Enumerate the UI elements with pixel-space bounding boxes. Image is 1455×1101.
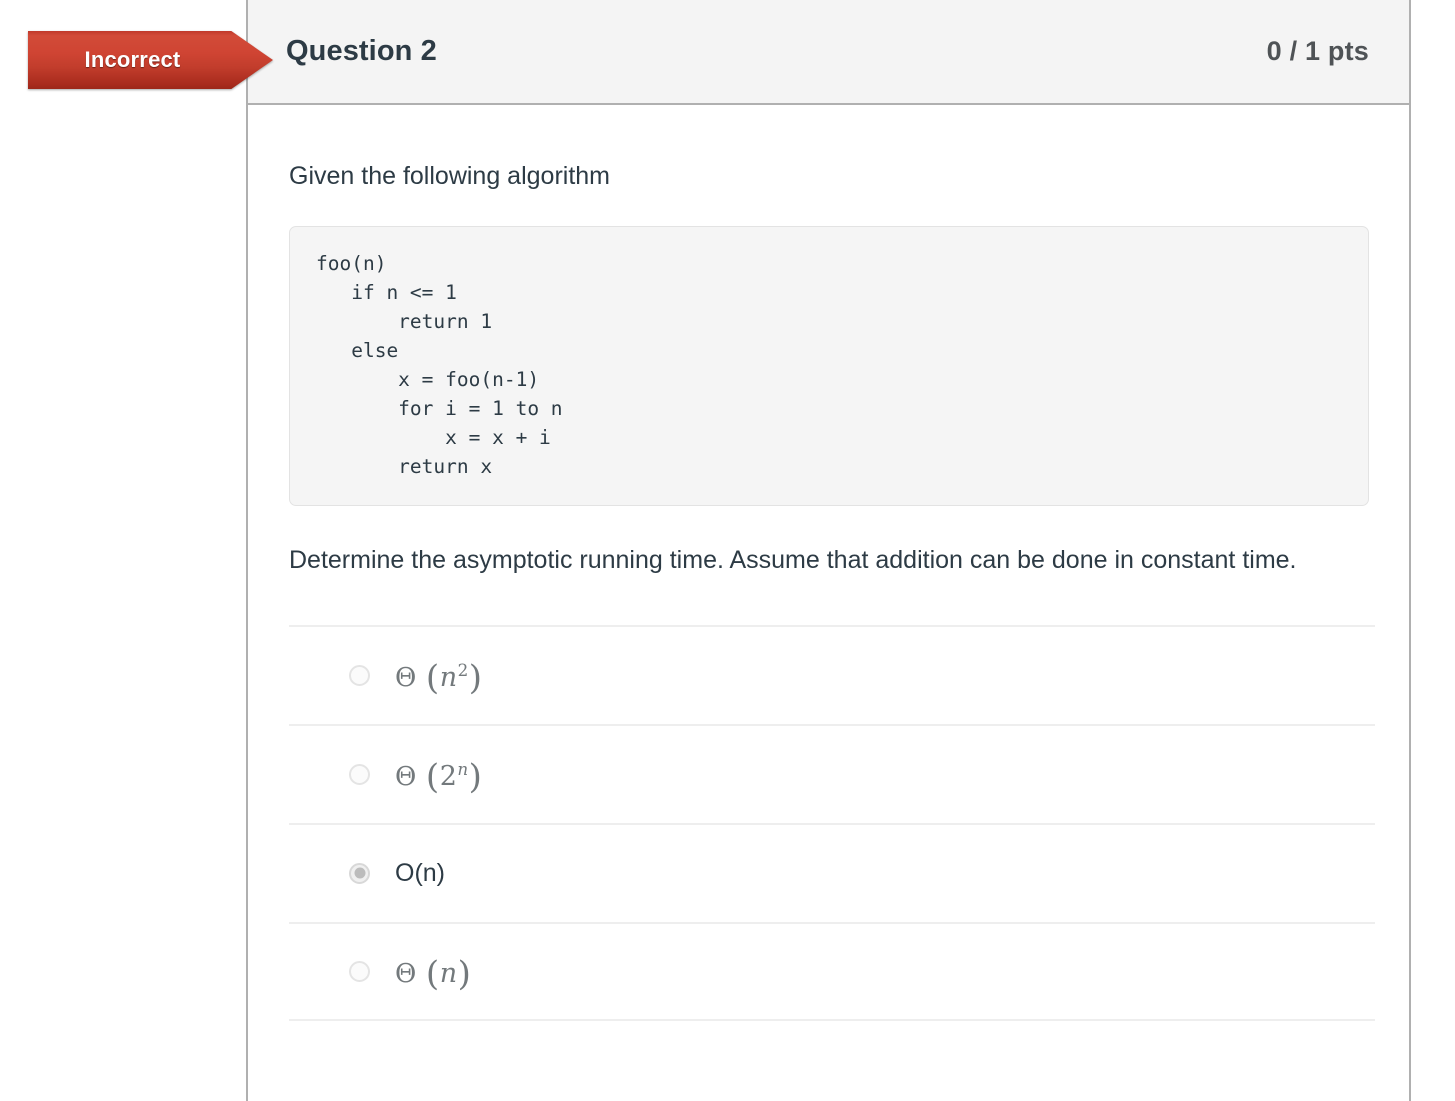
answer-option-3[interactable]: O(n) [289,822,1375,922]
status-badge-shape: Incorrect [28,31,273,89]
question-points: 0 / 1 pts [1266,36,1369,66]
theta-symbol: Θ [395,959,417,990]
theta-symbol: Θ [395,663,417,694]
question-header: Question 2 0 / 1 pts [248,0,1409,105]
page-title: Question 2 [286,35,437,67]
question-container: Question 2 0 / 1 pts Given the following… [246,0,1411,1101]
close-paren: ) [468,757,483,798]
status-badge: Incorrect [28,31,273,89]
close-paren: ) [457,954,472,995]
answer-option-4[interactable]: Θ (n) [289,921,1375,1021]
math-exponent: n [457,759,469,780]
answers-list: Θ (n2) Θ (2n) O(n) Θ (n) [289,624,1375,1021]
open-paren: ( [425,954,440,995]
close-paren: ) [468,658,483,699]
math-base: n [439,662,458,694]
answer-radio-3[interactable] [349,862,370,884]
answer-radio-1[interactable] [349,664,370,686]
question-body: Given the following algorithm foo(n) if … [248,160,1409,1021]
answer-option-2[interactable]: Θ (2n) [289,723,1375,823]
theta-symbol: Θ [395,762,417,793]
answer-label-4: Θ (n) [395,951,472,995]
math-base: 2 [439,761,458,793]
math-base: n [439,958,458,990]
open-paren: ( [425,658,440,699]
answer-radio-4[interactable] [349,960,370,982]
question-prompt-text: Given the following algorithm [289,162,610,190]
open-paren: ( [425,757,440,798]
answer-label-2: Θ (2n) [395,754,483,798]
answer-option-1[interactable]: Θ (n2) [289,624,1375,724]
answer-label-1: Θ (n2) [395,655,483,699]
answer-radio-2[interactable] [349,763,370,785]
answer-label-3: O(n) [395,858,445,887]
algorithm-code-block: foo(n) if n <= 1 return 1 else x = foo(n… [289,225,1369,507]
status-badge-label: Incorrect [84,47,181,72]
math-exponent: 2 [457,660,469,681]
question-instruction-text: Determine the asymptotic running time. A… [289,546,1297,575]
